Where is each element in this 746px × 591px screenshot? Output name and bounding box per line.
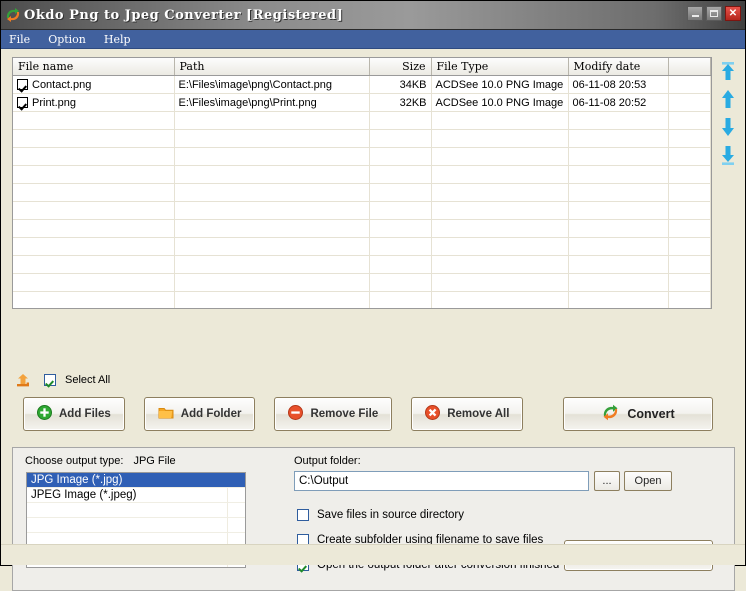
output-type-value: JPG File	[133, 455, 176, 467]
remove-all-label: Remove All	[447, 408, 510, 420]
menu-item-help[interactable]: Help	[102, 33, 133, 46]
output-folder-input[interactable]	[294, 471, 589, 491]
output-type-label-row: Choose output type: JPG File	[25, 455, 176, 467]
column-header-file-type[interactable]: File Type	[431, 58, 569, 76]
file-list[interactable]: File name Path Size File Type Modify dat…	[12, 57, 712, 309]
status-bar	[1, 544, 745, 565]
browse-folder-button[interactable]: ...	[594, 471, 620, 491]
title-bar: Okdo Png to Jpeg Converter [Registered] …	[1, 1, 745, 30]
cell-spacer	[668, 93, 711, 112]
output-type-option-jpeg[interactable]: JPEG Image (*.jpeg)	[27, 488, 245, 503]
column-header-modify-date[interactable]: Modify date	[568, 58, 669, 76]
open-folder-button[interactable]: Open	[624, 471, 672, 491]
main-content: File name Path Size File Type Modify dat…	[1, 49, 745, 591]
move-to-bottom-icon[interactable]	[719, 145, 737, 165]
save-in-source-checkbox[interactable]	[297, 509, 309, 521]
output-type-option-empty	[27, 518, 245, 533]
reorder-buttons	[716, 61, 740, 165]
add-files-label: Add Files	[59, 408, 111, 420]
column-header-size[interactable]: Size	[369, 58, 432, 76]
row-checkbox[interactable]	[17, 96, 28, 108]
output-type-label: Choose output type:	[25, 455, 124, 467]
window-controls: ✕	[687, 6, 741, 21]
cell-spacer	[668, 75, 711, 94]
cell-path: E:\Files\image\png\Print.png	[174, 93, 370, 112]
plus-circle-icon	[37, 405, 52, 423]
minimize-button[interactable]	[687, 6, 703, 21]
table-row-empty	[13, 219, 711, 238]
column-header-spacer	[668, 58, 711, 76]
close-icon: ✕	[728, 7, 738, 19]
column-header-file-name[interactable]: File name	[13, 58, 175, 76]
maximize-button[interactable]	[706, 6, 722, 21]
save-in-source-label: Save files in source directory	[317, 509, 465, 521]
table-row-empty	[13, 183, 711, 202]
output-type-option-empty	[27, 503, 245, 518]
add-folder-button[interactable]: Add Folder	[143, 397, 256, 431]
table-row-empty	[13, 165, 711, 184]
upload-arrow-icon	[15, 372, 35, 388]
table-row-empty	[13, 111, 711, 130]
cell-modify-date: 06-11-08 20:53	[568, 75, 669, 94]
file-name-text: Print.png	[32, 96, 77, 109]
file-list-body: Contact.png E:\Files\image\png\Contact.p…	[13, 75, 711, 308]
save-in-source-row: Save files in source directory	[297, 509, 464, 521]
convert-label: Convert	[627, 407, 675, 421]
close-button[interactable]: ✕	[725, 6, 741, 21]
row-checkbox[interactable]	[17, 78, 28, 90]
app-window: Okdo Png to Jpeg Converter [Registered] …	[0, 0, 746, 591]
remove-all-button[interactable]: Remove All	[411, 397, 524, 431]
folder-icon	[158, 406, 174, 423]
table-row[interactable]: Print.png E:\Files\image\png\Print.png 3…	[13, 93, 711, 112]
minus-circle-icon	[288, 405, 304, 423]
file-list-header-row: File name Path Size File Type Modify dat…	[13, 58, 711, 76]
cell-size: 34KB	[369, 75, 432, 94]
minimize-icon	[691, 15, 699, 17]
table-row-empty	[13, 273, 711, 292]
column-header-path[interactable]: Path	[174, 58, 370, 76]
x-circle-icon	[425, 405, 441, 423]
move-to-top-icon[interactable]	[719, 61, 737, 81]
table-row-empty	[13, 147, 711, 166]
cell-modify-date: 06-11-08 20:52	[568, 93, 669, 112]
cell-file-type: ACDSee 10.0 PNG Image	[431, 93, 569, 112]
cell-path: E:\Files\image\png\Contact.png	[174, 75, 370, 94]
window-title: Okdo Png to Jpeg Converter [Registered]	[24, 7, 344, 23]
remove-file-button[interactable]: Remove File	[274, 397, 393, 431]
menu-item-option[interactable]: Option	[46, 33, 88, 46]
move-up-icon[interactable]	[719, 89, 737, 109]
maximize-icon	[710, 10, 718, 17]
cell-file-name: Contact.png	[13, 75, 175, 94]
select-all-checkbox[interactable]	[44, 374, 56, 386]
file-action-buttons: Add Files Add Folder Remove File Remove …	[23, 397, 524, 431]
table-row-empty	[13, 255, 711, 274]
move-down-icon[interactable]	[719, 117, 737, 137]
convert-arrows-icon	[4, 7, 22, 23]
remove-file-label: Remove File	[310, 408, 379, 420]
select-all-label: Select All	[65, 374, 111, 386]
table-row-empty	[13, 237, 711, 256]
table-row[interactable]: Contact.png E:\Files\image\png\Contact.p…	[13, 75, 711, 94]
output-folder-label: Output folder:	[294, 455, 361, 467]
cell-file-name: Print.png	[13, 93, 175, 112]
cell-file-type: ACDSee 10.0 PNG Image	[431, 75, 569, 94]
add-files-button[interactable]: Add Files	[23, 397, 125, 431]
table-row-empty	[13, 129, 711, 148]
table-row-empty	[13, 201, 711, 220]
convert-arrows-icon	[601, 404, 620, 424]
convert-button[interactable]: Convert	[563, 397, 713, 431]
menu-bar: File Option Help	[1, 30, 745, 49]
output-type-option-jpg[interactable]: JPG Image (*.jpg)	[27, 473, 245, 488]
file-name-text: Contact.png	[32, 78, 92, 91]
cell-size: 32KB	[369, 93, 432, 112]
select-all-row: Select All	[15, 371, 110, 389]
table-row-empty	[13, 291, 711, 308]
add-folder-label: Add Folder	[180, 408, 242, 420]
menu-item-file[interactable]: File	[7, 33, 32, 46]
